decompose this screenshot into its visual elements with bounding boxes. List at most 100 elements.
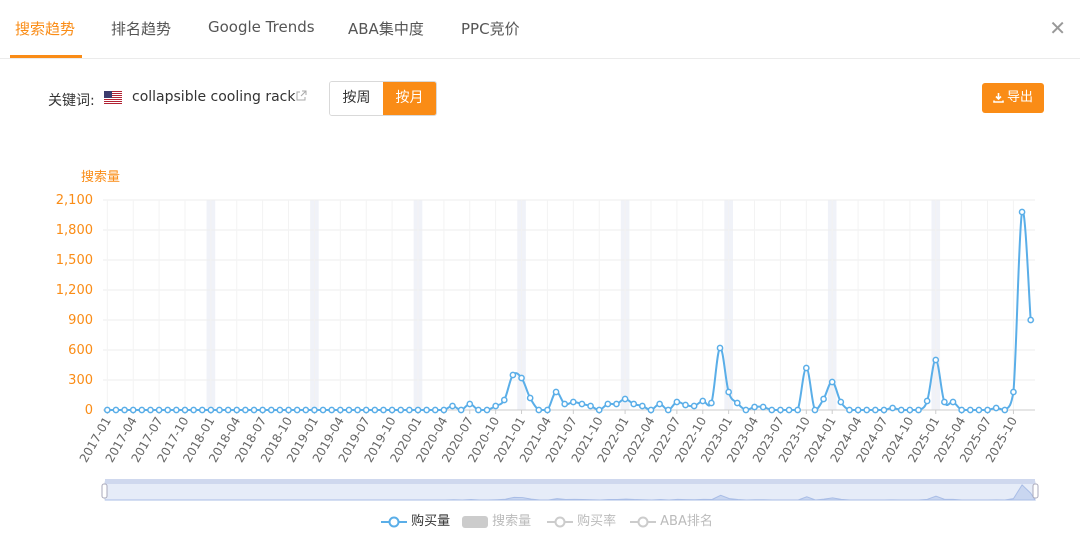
data-point	[621, 395, 629, 403]
data-point	[613, 400, 620, 408]
legend-bar-marker-icon	[462, 515, 488, 528]
legend-line-marker-icon	[630, 516, 656, 527]
data-point	[759, 403, 767, 411]
data-point	[345, 406, 353, 414]
data-point	[647, 406, 655, 414]
data-point	[129, 406, 137, 414]
legend-item-purchases[interactable]: 购买量	[381, 510, 450, 529]
data-point	[837, 398, 845, 406]
data-point	[604, 400, 612, 408]
y-tick-label: 900	[68, 313, 93, 328]
data-point	[1027, 316, 1035, 324]
data-point	[941, 398, 948, 406]
data-point	[518, 374, 525, 382]
legend-line-marker-icon	[381, 516, 407, 527]
data-point	[656, 400, 663, 408]
data-point	[207, 406, 215, 414]
data-point	[708, 399, 715, 407]
data-point	[475, 406, 482, 414]
data-point	[742, 406, 750, 414]
data-point	[880, 406, 888, 414]
data-point	[276, 406, 284, 414]
data-point	[923, 397, 931, 405]
data-point	[500, 396, 508, 404]
data-point	[267, 406, 275, 414]
data-point	[664, 406, 672, 414]
data-point	[466, 400, 474, 408]
data-point	[578, 400, 586, 408]
data-point	[449, 402, 456, 410]
data-point	[587, 402, 594, 410]
data-point	[768, 406, 776, 414]
y-axis-title: 搜索量	[81, 170, 120, 185]
data-point	[526, 394, 534, 402]
data-point	[311, 406, 318, 414]
data-point	[630, 400, 638, 408]
data-point	[492, 402, 499, 410]
search-trend-chart: 2,1001,8001,5001,2009006003000搜索量2017-01…	[56, 170, 1039, 501]
data-point	[820, 395, 827, 403]
legend-line-marker-icon	[547, 516, 573, 527]
data-point	[1010, 388, 1017, 396]
data-point	[224, 406, 232, 414]
data-point	[595, 406, 603, 414]
legend-label-search-volume: 搜索量	[492, 514, 532, 529]
data-point	[440, 406, 448, 414]
data-point	[457, 406, 465, 414]
data-point	[552, 388, 560, 396]
data-point	[863, 406, 871, 414]
data-point	[846, 406, 853, 414]
legend-item-search-volume[interactable]: 搜索量	[462, 510, 531, 529]
legend-item-aba-rank[interactable]: ABA排名	[630, 510, 713, 529]
data-point	[242, 406, 249, 414]
data-point	[1001, 406, 1009, 414]
zoom-slider-top-bar	[105, 479, 1035, 484]
data-point	[535, 406, 543, 414]
data-point	[155, 406, 163, 414]
data-point	[733, 399, 741, 407]
zoom-slider-left-handle[interactable]	[101, 483, 108, 499]
data-point	[699, 397, 707, 405]
data-point	[406, 406, 413, 414]
data-point	[362, 406, 370, 414]
data-point	[1018, 208, 1026, 216]
data-point	[198, 406, 206, 414]
data-point	[181, 406, 189, 414]
data-point	[414, 406, 422, 414]
data-point	[811, 406, 819, 414]
data-point	[906, 406, 914, 414]
zoom-slider-track	[104, 481, 1036, 501]
data-point	[103, 406, 111, 414]
data-point	[173, 406, 180, 414]
data-point	[354, 406, 361, 414]
y-tick-label: 300	[68, 373, 93, 388]
data-point	[785, 406, 793, 414]
y-tick-label: 1,200	[56, 283, 93, 298]
watermark-text: 大数跨境	[37, 510, 126, 535]
legend-item-purchase-rate[interactable]: 购买率	[547, 510, 616, 529]
y-tick-label: 600	[68, 343, 93, 358]
data-point	[509, 371, 517, 379]
data-point	[958, 406, 965, 414]
data-point	[932, 356, 940, 364]
data-point	[285, 406, 292, 414]
data-point	[639, 402, 646, 410]
data-point	[138, 406, 146, 414]
legend-label-purchases: 购买量	[411, 514, 451, 529]
data-point	[302, 406, 310, 414]
zoom-slider-right-handle[interactable]	[1032, 483, 1039, 499]
data-point	[915, 406, 922, 414]
data-point	[777, 406, 784, 414]
chart-legend: 购买量 搜索量 购买率 ABA排名	[0, 508, 1080, 530]
data-point	[682, 401, 689, 409]
data-point	[121, 406, 128, 414]
data-point	[233, 406, 241, 414]
legend-label-purchase-rate: 购买率	[577, 514, 617, 529]
watermark-logo: ⓒ 大数跨境	[8, 510, 126, 535]
data-point	[854, 406, 862, 414]
data-point	[112, 406, 120, 414]
data-point	[250, 406, 258, 414]
data-point	[190, 406, 197, 414]
data-point	[561, 400, 569, 408]
data-point	[380, 406, 387, 414]
